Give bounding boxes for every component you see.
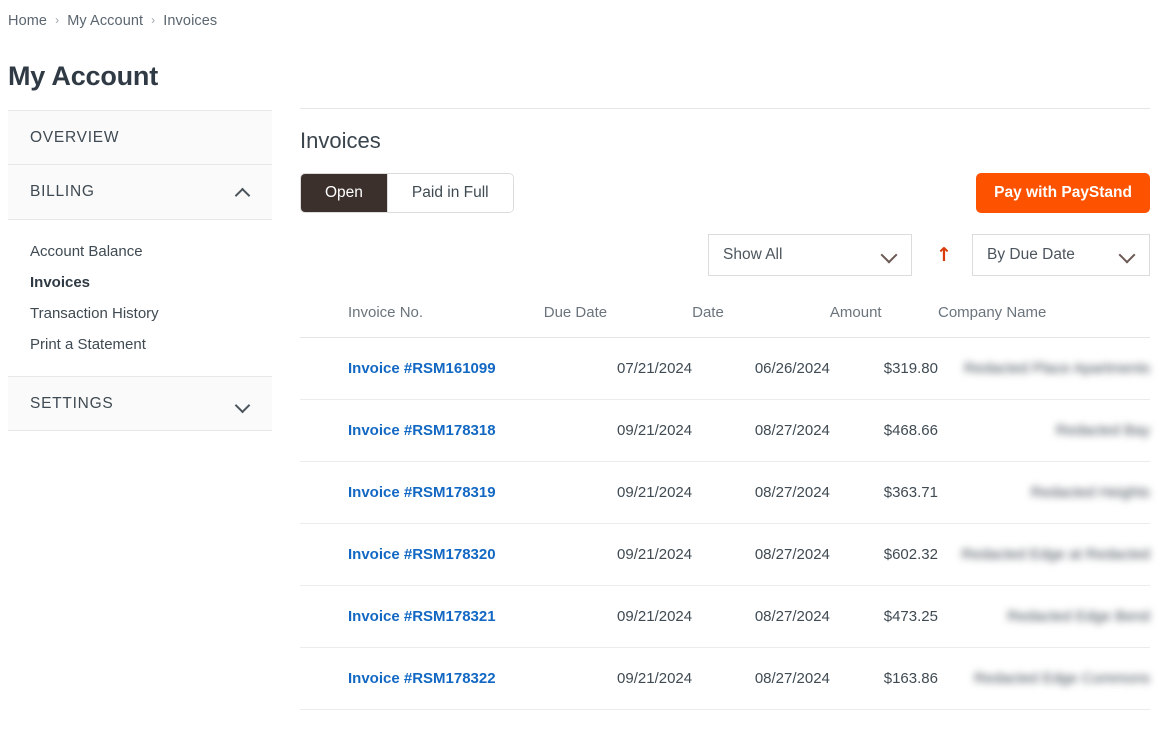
company-name-redacted: Redacted Edge Commons — [974, 670, 1150, 687]
cell-amount: $468.66 — [829, 399, 938, 462]
cell-amount: $163.86 — [829, 647, 938, 710]
table-row: Invoice #RSM178322 09/21/2024 08/27/2024 $1… — [300, 647, 1150, 710]
cell-date: 08/27/2024 — [692, 647, 830, 710]
breadcrumb-item-my-account[interactable]: My Account — [67, 13, 143, 29]
company-name-redacted: Redacted Place Apartments — [964, 360, 1150, 377]
invoice-status-tabs: Open Paid in Full — [300, 173, 514, 213]
invoice-link[interactable]: Invoice #RSM178322 — [348, 670, 496, 687]
cell-invoice-no: Invoice #RSM178320 — [300, 523, 544, 586]
cell-due-date: 09/21/2024 — [543, 461, 693, 524]
sidebar-section-label: BILLING — [30, 183, 95, 200]
cell-invoice-no: Invoice #RSM178319 — [300, 461, 544, 524]
cell-amount: $602.32 — [829, 523, 938, 586]
breadcrumb-item-invoices: Invoices — [163, 13, 218, 29]
chevron-up-icon — [236, 185, 250, 199]
company-name-redacted: Redacted Edge at Redacted — [961, 546, 1150, 563]
invoice-link[interactable]: Invoice #RSM178320 — [348, 546, 496, 563]
pay-with-paystand-button[interactable]: Pay with PayStand — [976, 173, 1150, 213]
cell-due-date: 09/21/2024 — [543, 399, 693, 462]
cell-company-name: Redacted Place Apartments — [937, 337, 1150, 400]
company-name-redacted: Redacted Edge Bend — [1007, 608, 1150, 625]
sidebar-item-print-a-statement[interactable]: Print a Statement — [8, 329, 272, 360]
show-filter-select[interactable]: Show All — [708, 234, 912, 276]
cell-date: 08/27/2024 — [692, 399, 830, 462]
table-row: Invoice #RSM178320 09/21/2024 08/27/2024 $6… — [300, 523, 1150, 586]
cell-invoice-no: Invoice #RSM178321 — [300, 585, 544, 648]
invoices-table: Invoice No. Due Date Date Amount Company Nam… — [300, 296, 1150, 710]
tab-open[interactable]: Open — [301, 174, 387, 212]
arrow-up-icon[interactable]: ↑ — [933, 244, 955, 266]
cell-invoice-no: Invoice #RSM178318 — [300, 399, 544, 462]
column-header-company-name: Company Name — [937, 296, 1150, 338]
table-row: Invoice #RSM161099 07/21/2024 06/26/2024 $3… — [300, 337, 1150, 400]
cell-amount: $319.80 — [829, 337, 938, 400]
cell-company-name: Redacted Heights — [937, 461, 1150, 524]
column-header-amount: Amount — [829, 296, 938, 338]
cell-amount: $363.71 — [829, 461, 938, 524]
sort-filter-select[interactable]: By Due Date — [972, 234, 1150, 276]
column-header-date: Date — [692, 296, 830, 338]
account-sidebar: OVERVIEW BILLING Account Balance Invoices Tr… — [8, 110, 272, 431]
cell-date: 08/27/2024 — [692, 585, 830, 648]
invoice-link[interactable]: Invoice #RSM161099 — [348, 360, 496, 377]
invoice-filters: Show All ↑ By Due Date — [300, 234, 1150, 276]
table-row: Invoice #RSM178319 09/21/2024 08/27/2024 $3… — [300, 461, 1150, 524]
chevron-down-icon — [236, 397, 250, 411]
sidebar-sublist-billing: Account Balance Invoices Transaction Histo… — [8, 220, 272, 376]
breadcrumb: Home › My Account › Invoices — [8, 13, 217, 29]
sidebar-item-account-balance[interactable]: Account Balance — [8, 236, 272, 267]
column-header-due-date: Due Date — [543, 296, 693, 338]
sidebar-item-invoices[interactable]: Invoices — [8, 267, 272, 298]
tab-paid-in-full[interactable]: Paid in Full — [386, 174, 513, 212]
sidebar-item-transaction-history[interactable]: Transaction History — [8, 298, 272, 329]
invoice-link[interactable]: Invoice #RSM178318 — [348, 422, 496, 439]
invoice-actions: Open Paid in Full Pay with PayStand — [300, 173, 1150, 213]
invoices-table-head: Invoice No. Due Date Date Amount Company Nam… — [300, 296, 1150, 338]
cell-company-name: Redacted Bay — [937, 399, 1150, 462]
cell-due-date: 09/21/2024 — [543, 523, 693, 586]
invoices-page: Home › My Account › Invoices My Account OVER… — [0, 0, 1170, 730]
cell-company-name: Redacted Edge Commons — [937, 647, 1150, 710]
invoices-table-body: Invoice #RSM161099 07/21/2024 06/26/2024 $3… — [300, 337, 1150, 710]
cell-due-date: 09/21/2024 — [543, 647, 693, 710]
table-row: Invoice #RSM178318 09/21/2024 08/27/2024 $4… — [300, 399, 1150, 462]
cell-date: 08/27/2024 — [692, 523, 830, 586]
cell-due-date: 09/21/2024 — [543, 585, 693, 648]
cell-due-date: 07/21/2024 — [543, 337, 693, 400]
cell-invoice-no: Invoice #RSM178322 — [300, 647, 544, 710]
table-header-row: Invoice No. Due Date Date Amount Company Nam… — [300, 296, 1150, 338]
sidebar-section-label: OVERVIEW — [30, 128, 120, 146]
breadcrumb-separator: › — [55, 13, 60, 27]
breadcrumb-item-home[interactable]: Home — [8, 13, 47, 29]
invoice-link[interactable]: Invoice #RSM178319 — [348, 484, 496, 501]
cell-invoice-no: Invoice #RSM161099 — [300, 337, 544, 400]
sidebar-section-settings[interactable]: SETTINGS — [8, 376, 272, 431]
table-row: Invoice #RSM178321 09/21/2024 08/27/2024 $4… — [300, 585, 1150, 648]
invoice-link[interactable]: Invoice #RSM178321 — [348, 608, 496, 625]
section-heading: Invoices — [300, 128, 381, 153]
company-name-redacted: Redacted Bay — [1055, 422, 1150, 439]
sidebar-section-label: SETTINGS — [30, 394, 114, 412]
chevron-down-icon — [881, 247, 897, 263]
column-header-invoice-no: Invoice No. — [300, 296, 544, 338]
breadcrumb-separator: › — [151, 13, 156, 27]
chevron-down-icon — [1119, 247, 1135, 263]
page-title: My Account — [8, 61, 159, 91]
sort-filter-value: By Due Date — [987, 246, 1075, 263]
cell-date: 06/26/2024 — [692, 337, 830, 400]
invoices-content: Invoices Open Paid in Full Pay with PaySt… — [300, 108, 1150, 710]
sidebar-section-overview[interactable]: OVERVIEW — [8, 110, 272, 165]
cell-company-name: Redacted Edge Bend — [937, 585, 1150, 648]
sidebar-section-billing[interactable]: BILLING — [8, 165, 272, 220]
show-filter-value: Show All — [723, 246, 783, 263]
cell-date: 08/27/2024 — [692, 461, 830, 524]
cell-amount: $473.25 — [829, 585, 938, 648]
cell-company-name: Redacted Edge at Redacted — [937, 523, 1150, 586]
company-name-redacted: Redacted Heights — [1030, 484, 1150, 501]
